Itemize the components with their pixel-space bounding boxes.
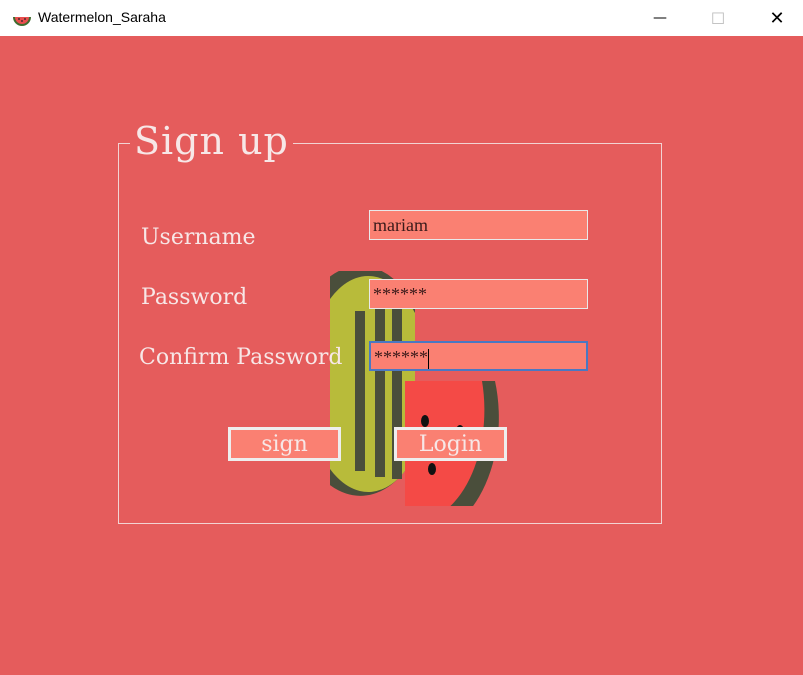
- maximize-button[interactable]: ☐: [695, 0, 741, 36]
- confirm-password-label: Confirm Password: [139, 345, 343, 370]
- signup-window-content: Sign up Username Password Confirm Passwo…: [0, 36, 803, 675]
- password-field[interactable]: ******: [369, 279, 588, 309]
- username-field[interactable]: mariam: [369, 210, 588, 240]
- title-bar: Watermelon_Saraha — ☐ ✕: [0, 0, 803, 36]
- close-icon: ✕: [769, 7, 785, 29]
- login-button-label: Login: [418, 431, 483, 457]
- signup-group-frame: [118, 143, 662, 524]
- minimize-icon: —: [653, 10, 667, 26]
- username-value: mariam: [373, 215, 428, 235]
- login-button[interactable]: Login: [394, 427, 507, 461]
- minimize-button[interactable]: —: [637, 0, 683, 36]
- sign-button[interactable]: sign: [228, 427, 341, 461]
- watermelon-icon: [13, 17, 31, 26]
- password-label: Password: [141, 285, 248, 310]
- close-button[interactable]: ✕: [754, 0, 800, 36]
- text-caret: [428, 348, 429, 369]
- password-value: ******: [373, 284, 427, 304]
- maximize-icon: ☐: [710, 8, 726, 28]
- window-title: Watermelon_Saraha: [38, 9, 166, 25]
- username-label: Username: [141, 225, 256, 250]
- signup-heading: Sign up: [130, 117, 293, 165]
- confirm-password-field[interactable]: ******: [369, 341, 588, 371]
- confirm-password-value: ******: [374, 347, 428, 367]
- sign-button-label: sign: [261, 431, 308, 457]
